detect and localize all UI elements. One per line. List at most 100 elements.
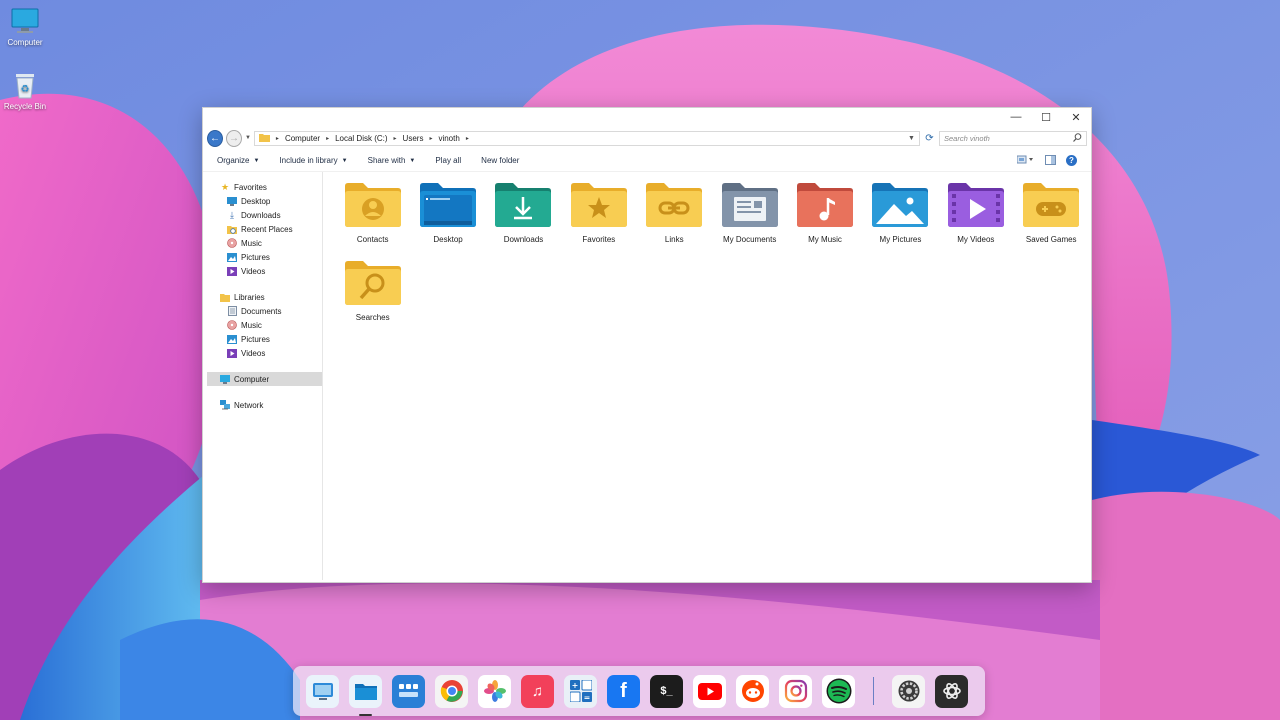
- play-all-button[interactable]: Play all: [435, 156, 461, 165]
- dock-photos[interactable]: [478, 674, 511, 708]
- libraries-group: Libraries Documents Music Pictures Video…: [203, 290, 322, 360]
- music-icon: [227, 320, 237, 330]
- share-with-button[interactable]: Share with ▼: [368, 156, 416, 165]
- desktop-icon-computer[interactable]: Computer: [0, 6, 52, 47]
- breadcrumb-item[interactable]: vinoth: [438, 134, 459, 143]
- folder-searches[interactable]: Searches: [335, 258, 410, 336]
- dock-calculator[interactable]: + =: [564, 674, 597, 708]
- dock-reddit[interactable]: [736, 674, 769, 708]
- breadcrumb-separator[interactable]: ▸: [429, 135, 432, 142]
- desktop-icon-label: Computer: [7, 38, 43, 47]
- folder-saved-games[interactable]: Saved Games: [1014, 180, 1089, 258]
- svg-text:+: +: [571, 681, 578, 690]
- new-folder-button[interactable]: New folder: [481, 156, 519, 165]
- dock-chatgpt[interactable]: [935, 674, 968, 708]
- dock-spotify[interactable]: [822, 674, 855, 708]
- folder-my-documents[interactable]: My Documents: [712, 180, 787, 258]
- dock-music[interactable]: ♫: [521, 674, 554, 708]
- preview-pane-icon[interactable]: [1045, 154, 1056, 167]
- nav-label: Music: [241, 320, 262, 330]
- dock-finder[interactable]: [306, 674, 339, 708]
- nav-favorites-downloads[interactable]: ⤓ Downloads: [203, 208, 322, 222]
- dock-launchpad[interactable]: [392, 674, 425, 708]
- recycle-bin-icon: ♻: [10, 70, 40, 100]
- nav-favorites-videos[interactable]: Videos: [203, 264, 322, 278]
- nav-computer[interactable]: Computer: [207, 372, 322, 386]
- terminal-icon: $_: [660, 685, 673, 697]
- refresh-icon[interactable]: ⟳: [923, 131, 936, 145]
- dock-facebook[interactable]: f: [607, 674, 640, 708]
- maximize-button[interactable]: ☐: [1031, 108, 1061, 126]
- network-group: Network: [203, 398, 322, 412]
- breadcrumb-item[interactable]: Users: [403, 134, 424, 143]
- nav-libraries-documents[interactable]: Documents: [203, 304, 322, 318]
- share-with-label: Share with: [367, 156, 406, 165]
- folder-label: My Pictures: [879, 235, 922, 244]
- new-folder-label: New folder: [481, 156, 520, 165]
- dock-terminal[interactable]: $_: [650, 674, 683, 708]
- close-button[interactable]: ✕: [1061, 108, 1091, 126]
- pictures-icon: [227, 252, 237, 262]
- search-input[interactable]: Search vinoth: [938, 130, 1087, 146]
- nav-libraries[interactable]: Libraries: [203, 290, 322, 304]
- dock-instagram[interactable]: [779, 674, 812, 708]
- computer-group: Computer: [203, 372, 322, 386]
- breadcrumb-separator[interactable]: ▸: [326, 135, 329, 142]
- search-icon: [1073, 132, 1082, 144]
- downloads-folder-icon: [495, 183, 552, 227]
- nav-libraries-videos[interactable]: Videos: [203, 346, 322, 360]
- folder-my-videos[interactable]: My Videos: [938, 180, 1013, 258]
- nav-label: Libraries: [234, 292, 265, 302]
- libraries-icon: [220, 292, 230, 302]
- calculator-icon: +=: [569, 680, 592, 702]
- folder-label: My Videos: [957, 235, 995, 244]
- folder-my-music[interactable]: My Music: [787, 180, 862, 258]
- chevron-down-icon: ▼: [409, 157, 416, 164]
- help-icon[interactable]: ?: [1066, 155, 1077, 166]
- back-button[interactable]: ←: [207, 129, 223, 147]
- folder-desktop[interactable]: Desktop: [410, 180, 485, 258]
- videos-icon: [227, 348, 237, 358]
- files-icon: [354, 684, 377, 700]
- nav-favorites-pictures[interactable]: Pictures: [203, 250, 322, 264]
- folder-label: Desktop: [433, 235, 463, 244]
- dock-chrome[interactable]: [435, 674, 468, 708]
- dock-files[interactable]: [349, 674, 382, 716]
- nav-favorites-recent-places[interactable]: Recent Places: [203, 222, 322, 236]
- breadcrumb-separator[interactable]: ▸: [466, 135, 469, 142]
- organize-button[interactable]: Organize ▼: [217, 156, 259, 165]
- desktop-folder-icon: [420, 183, 477, 227]
- folder-downloads[interactable]: Downloads: [486, 180, 561, 258]
- nav-libraries-music[interactable]: Music: [203, 318, 322, 332]
- svg-text:♻: ♻: [21, 84, 30, 95]
- breadcrumb-item[interactable]: Computer: [285, 134, 320, 143]
- dock-youtube[interactable]: [693, 674, 726, 708]
- nav-network[interactable]: Network: [203, 398, 322, 412]
- recent-locations-dropdown-icon[interactable]: ▼: [245, 135, 251, 141]
- videos-icon: [227, 266, 237, 276]
- nav-label: Music: [241, 238, 262, 248]
- nav-libraries-pictures[interactable]: Pictures: [203, 332, 322, 346]
- dock-settings[interactable]: [892, 674, 925, 708]
- folder-icon: [258, 133, 270, 144]
- settings-icon: [898, 680, 919, 702]
- change-view-icon[interactable]: [1016, 155, 1035, 166]
- desktop-icon-recycle-bin[interactable]: ♻ Recycle Bin: [0, 70, 52, 111]
- breadcrumb-separator[interactable]: ▸: [394, 135, 397, 142]
- chrome-icon: [440, 680, 463, 702]
- breadcrumb-item[interactable]: Local Disk (C:): [335, 134, 387, 143]
- minimize-button[interactable]: —: [1001, 108, 1031, 126]
- nav-favorites-music[interactable]: Music: [203, 236, 322, 250]
- address-bar[interactable]: ▸ Computer ▸ Local Disk (C:) ▸ Users ▸ v…: [253, 130, 920, 146]
- folder-my-pictures[interactable]: My Pictures: [863, 180, 938, 258]
- desktop-icon: [227, 196, 237, 206]
- forward-button[interactable]: →: [225, 129, 242, 147]
- nav-favorites-desktop[interactable]: Desktop: [203, 194, 322, 208]
- address-dropdown-icon[interactable]: ▼: [908, 135, 915, 142]
- nav-favorites[interactable]: ★ Favorites: [203, 180, 322, 194]
- folder-favorites[interactable]: Favorites: [561, 180, 636, 258]
- dock: ♫ + = f $_: [293, 666, 985, 716]
- folder-contacts[interactable]: Contacts: [335, 180, 410, 258]
- folder-links[interactable]: Links: [637, 180, 712, 258]
- include-in-library-button[interactable]: Include in library ▼: [279, 156, 347, 165]
